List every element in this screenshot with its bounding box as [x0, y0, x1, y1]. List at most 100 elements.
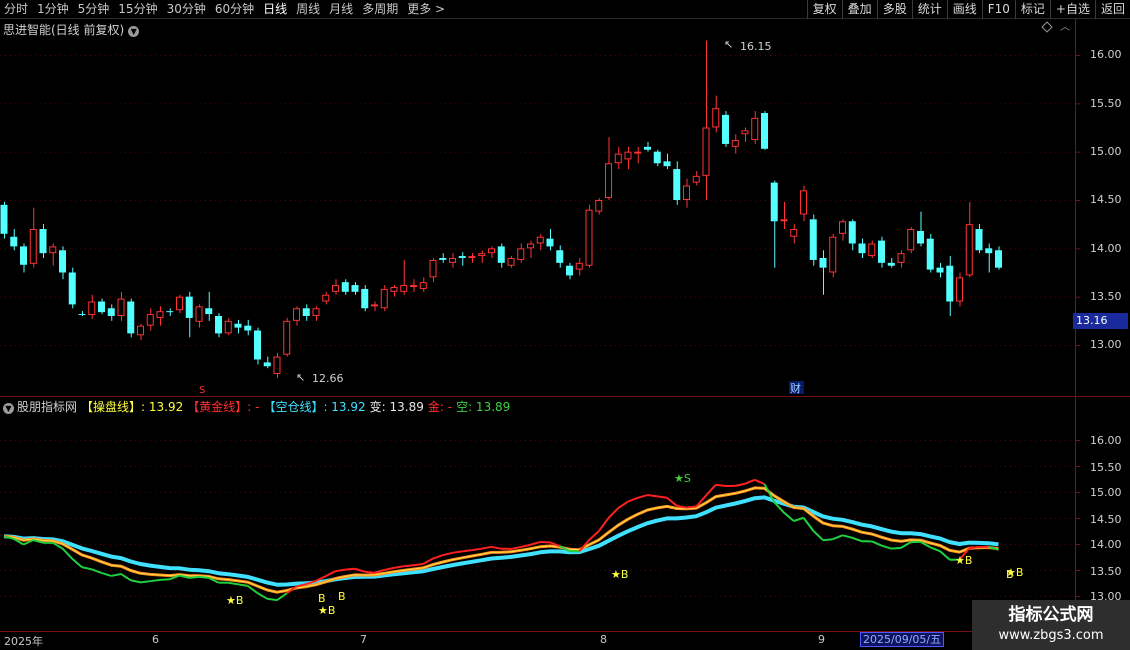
date-label-june: 6 [152, 633, 159, 646]
candle-body [137, 325, 144, 336]
huangjin-line-segment [237, 583, 248, 587]
candle-body [527, 243, 534, 249]
huangjin-line-segment [198, 575, 209, 579]
candle-body [341, 282, 349, 292]
candle [263, 356, 271, 369]
candle-body [507, 258, 515, 266]
candle [644, 142, 651, 152]
indicator-signal: ★B [318, 604, 335, 617]
candle [419, 277, 427, 292]
candle [322, 291, 330, 305]
candle [371, 301, 378, 312]
candle-body [673, 169, 681, 200]
huangjin-line-segment [891, 546, 902, 550]
huangjin-line-segment [471, 547, 482, 552]
sell-marker[interactable]: S [199, 385, 205, 396]
candle [751, 111, 759, 144]
candle [780, 201, 788, 229]
huangjin-line-segment [597, 517, 610, 532]
candle-body [419, 282, 427, 289]
high-arrow-icon: ↖ [724, 38, 733, 51]
candle [624, 146, 632, 170]
candle [702, 40, 710, 200]
candle [741, 127, 749, 142]
low-arrow-icon: ↖ [296, 371, 305, 384]
finance-marker[interactable]: 财 [790, 381, 801, 395]
huangjin-line-segment [510, 545, 521, 550]
candle [361, 285, 369, 312]
huangjin-line-segment [851, 536, 863, 543]
ind-ytick: 15.50 [1090, 461, 1122, 474]
candle-body [653, 151, 661, 164]
huangjin-line-segment [422, 557, 434, 565]
main-ytick: 15.50 [1090, 97, 1122, 110]
candle-body [595, 200, 603, 212]
candle [341, 279, 349, 295]
huangjin-line-segment [637, 494, 648, 499]
candle [185, 291, 193, 338]
chevron-down-icon[interactable]: ▼ [3, 403, 14, 414]
huangjin-line-segment [71, 558, 83, 568]
candle-body [790, 229, 798, 237]
candle-body [683, 185, 690, 200]
candle-body [819, 258, 827, 268]
candle-body [575, 262, 583, 270]
candle [605, 137, 612, 200]
candle-body [39, 229, 47, 254]
candle-body [10, 236, 18, 247]
candle-body [663, 161, 671, 167]
candle [224, 317, 232, 336]
candle [575, 258, 583, 276]
candle-body [488, 248, 495, 254]
huangjin-line-segment [647, 494, 658, 498]
candle-body [293, 308, 300, 321]
candle-body [644, 146, 651, 150]
candle-body [926, 238, 934, 270]
candle-body [917, 230, 924, 244]
chevron-up-icon[interactable]: ︿ [1060, 22, 1070, 34]
chevron-down-icon[interactable]: ▼ [128, 26, 140, 37]
candle-body [205, 308, 213, 315]
candle-body [585, 209, 593, 266]
candle-body [497, 246, 505, 263]
candle-body [975, 229, 983, 251]
huangjin-line-segment [325, 570, 336, 578]
candle-body [965, 224, 973, 276]
huangjin-line-segment [101, 571, 112, 577]
huangjin-line-segment [735, 482, 746, 487]
candle [917, 211, 924, 247]
candle-body [185, 296, 193, 318]
candle [283, 317, 291, 357]
candle [244, 319, 252, 336]
huangjin-line-segment [842, 534, 853, 539]
huangjin-line-segment [140, 580, 151, 584]
candle [478, 250, 486, 263]
main-ytick: 13.00 [1090, 338, 1122, 351]
candle [468, 253, 476, 263]
candle-body [458, 256, 466, 258]
candle-body [829, 236, 837, 273]
candle-body [722, 114, 729, 144]
candle [819, 250, 827, 295]
candle-body [858, 243, 866, 254]
candle-body [449, 258, 456, 263]
candle-body [839, 221, 846, 234]
candle [205, 291, 213, 321]
candle-body [614, 153, 622, 164]
date-label-september: 9 [818, 633, 825, 646]
candle [683, 178, 690, 208]
candle [20, 243, 27, 273]
candle [936, 262, 944, 278]
kline-chart[interactable]: ★B★BB B★B★S★B★BB ↖ 16.15 ↖ 12.66 S 财 16.0… [0, 0, 1130, 650]
indicator-signal: B [338, 590, 346, 603]
candle [127, 298, 135, 338]
main-ytick: 14.00 [1090, 242, 1122, 255]
candle-body [712, 108, 720, 128]
indicator-name: 股朋指标网 [17, 400, 78, 414]
huangjin-line-segment [384, 566, 395, 571]
candle-body [731, 140, 739, 147]
huangjin-line-segment [354, 567, 366, 573]
candle [458, 252, 466, 266]
candle-body [273, 356, 281, 375]
candle-body [985, 248, 993, 254]
